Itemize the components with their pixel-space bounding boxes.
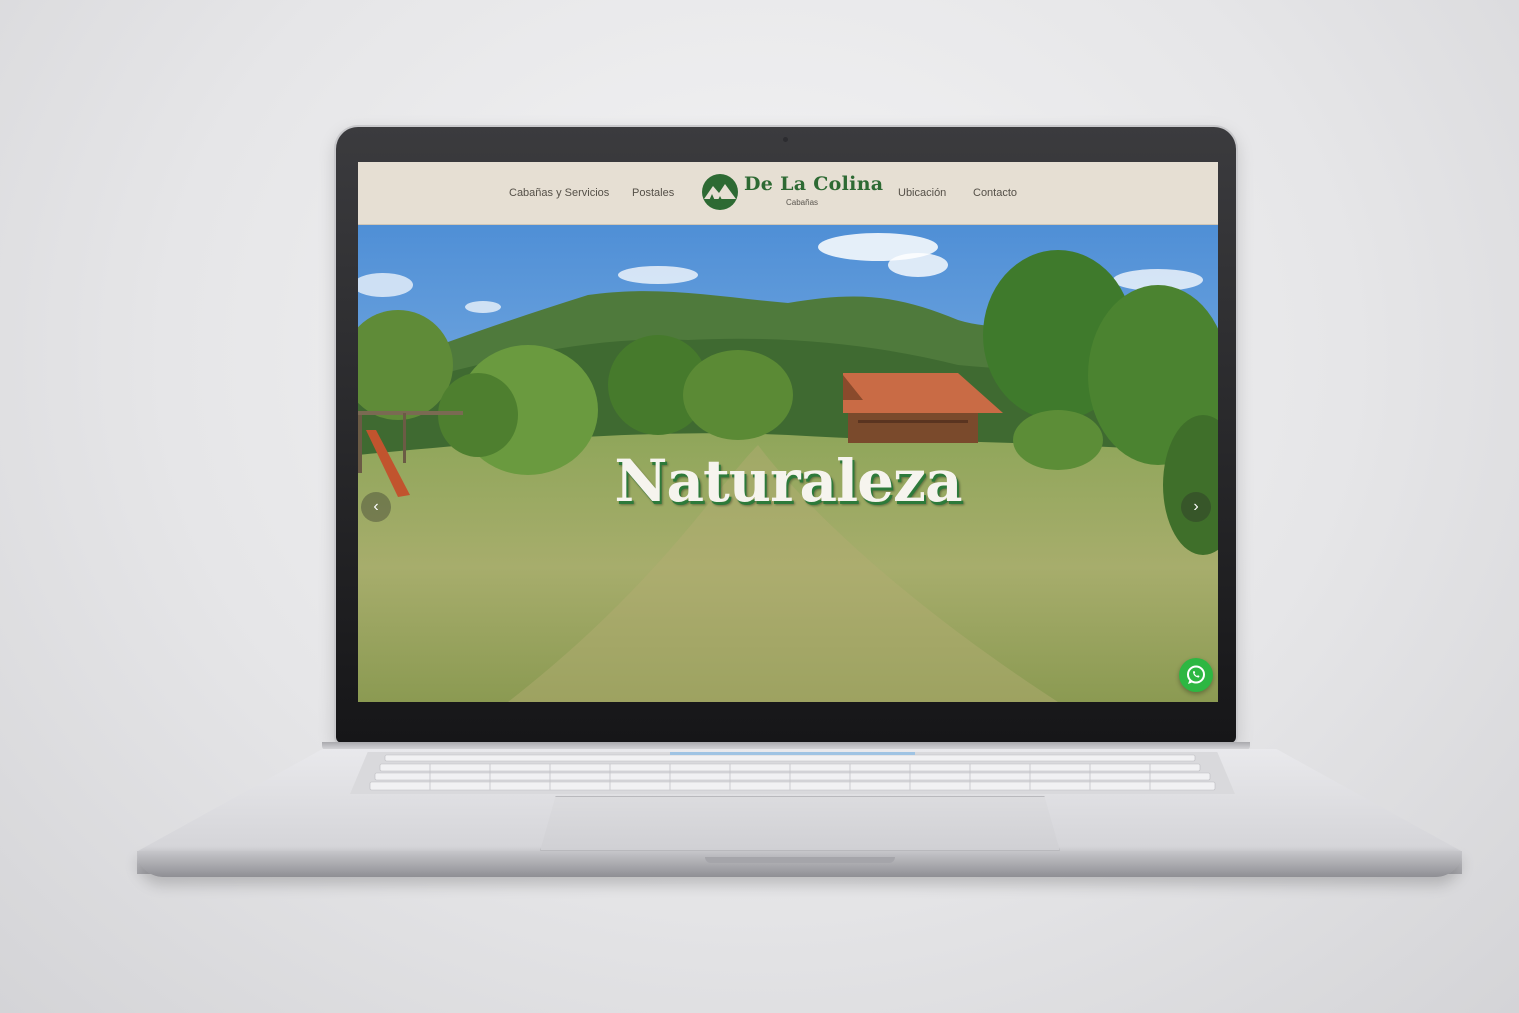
laptop-base-edge bbox=[137, 851, 1462, 877]
hero-slider: Naturaleza ‹ › bbox=[358, 225, 1218, 702]
laptop-keyboard bbox=[350, 752, 1235, 794]
mountain-pine-logo-icon bbox=[702, 174, 738, 210]
keyboard-keys bbox=[369, 752, 1216, 791]
logo-subtitle: Cabañas bbox=[786, 198, 819, 207]
camera-dot bbox=[783, 137, 788, 142]
laptop-touchpad bbox=[540, 796, 1060, 851]
chevron-left-icon: ‹ bbox=[373, 498, 379, 515]
site-header: Cabañas y Servicios Postales De La Colin… bbox=[358, 162, 1218, 225]
laptop-lid-notch bbox=[705, 857, 895, 863]
laptop-lid: Cabañas y Servicios Postales De La Colin… bbox=[336, 127, 1236, 743]
chevron-right-icon: › bbox=[1193, 498, 1199, 515]
hero-title: Naturaleza bbox=[614, 447, 962, 515]
nav-link-postales[interactable]: Postales bbox=[632, 187, 674, 199]
logo-title: De La Colina bbox=[744, 173, 884, 195]
nav-link-ubicacion[interactable]: Ubicación bbox=[898, 187, 946, 199]
site-logo[interactable]: De La Colina Cabañas bbox=[700, 170, 883, 216]
whatsapp-button[interactable] bbox=[1179, 658, 1213, 692]
nav-link-contacto[interactable]: Contacto bbox=[973, 187, 1017, 199]
slider-prev-button[interactable]: ‹ bbox=[361, 492, 391, 522]
laptop-hinge bbox=[322, 742, 1250, 750]
slider-next-button[interactable]: › bbox=[1181, 492, 1211, 522]
nav-link-cabanas-y-servicios[interactable]: Cabañas y Servicios bbox=[509, 187, 609, 199]
laptop-screen: Cabañas y Servicios Postales De La Colin… bbox=[358, 162, 1218, 702]
whatsapp-icon bbox=[1187, 665, 1205, 684]
